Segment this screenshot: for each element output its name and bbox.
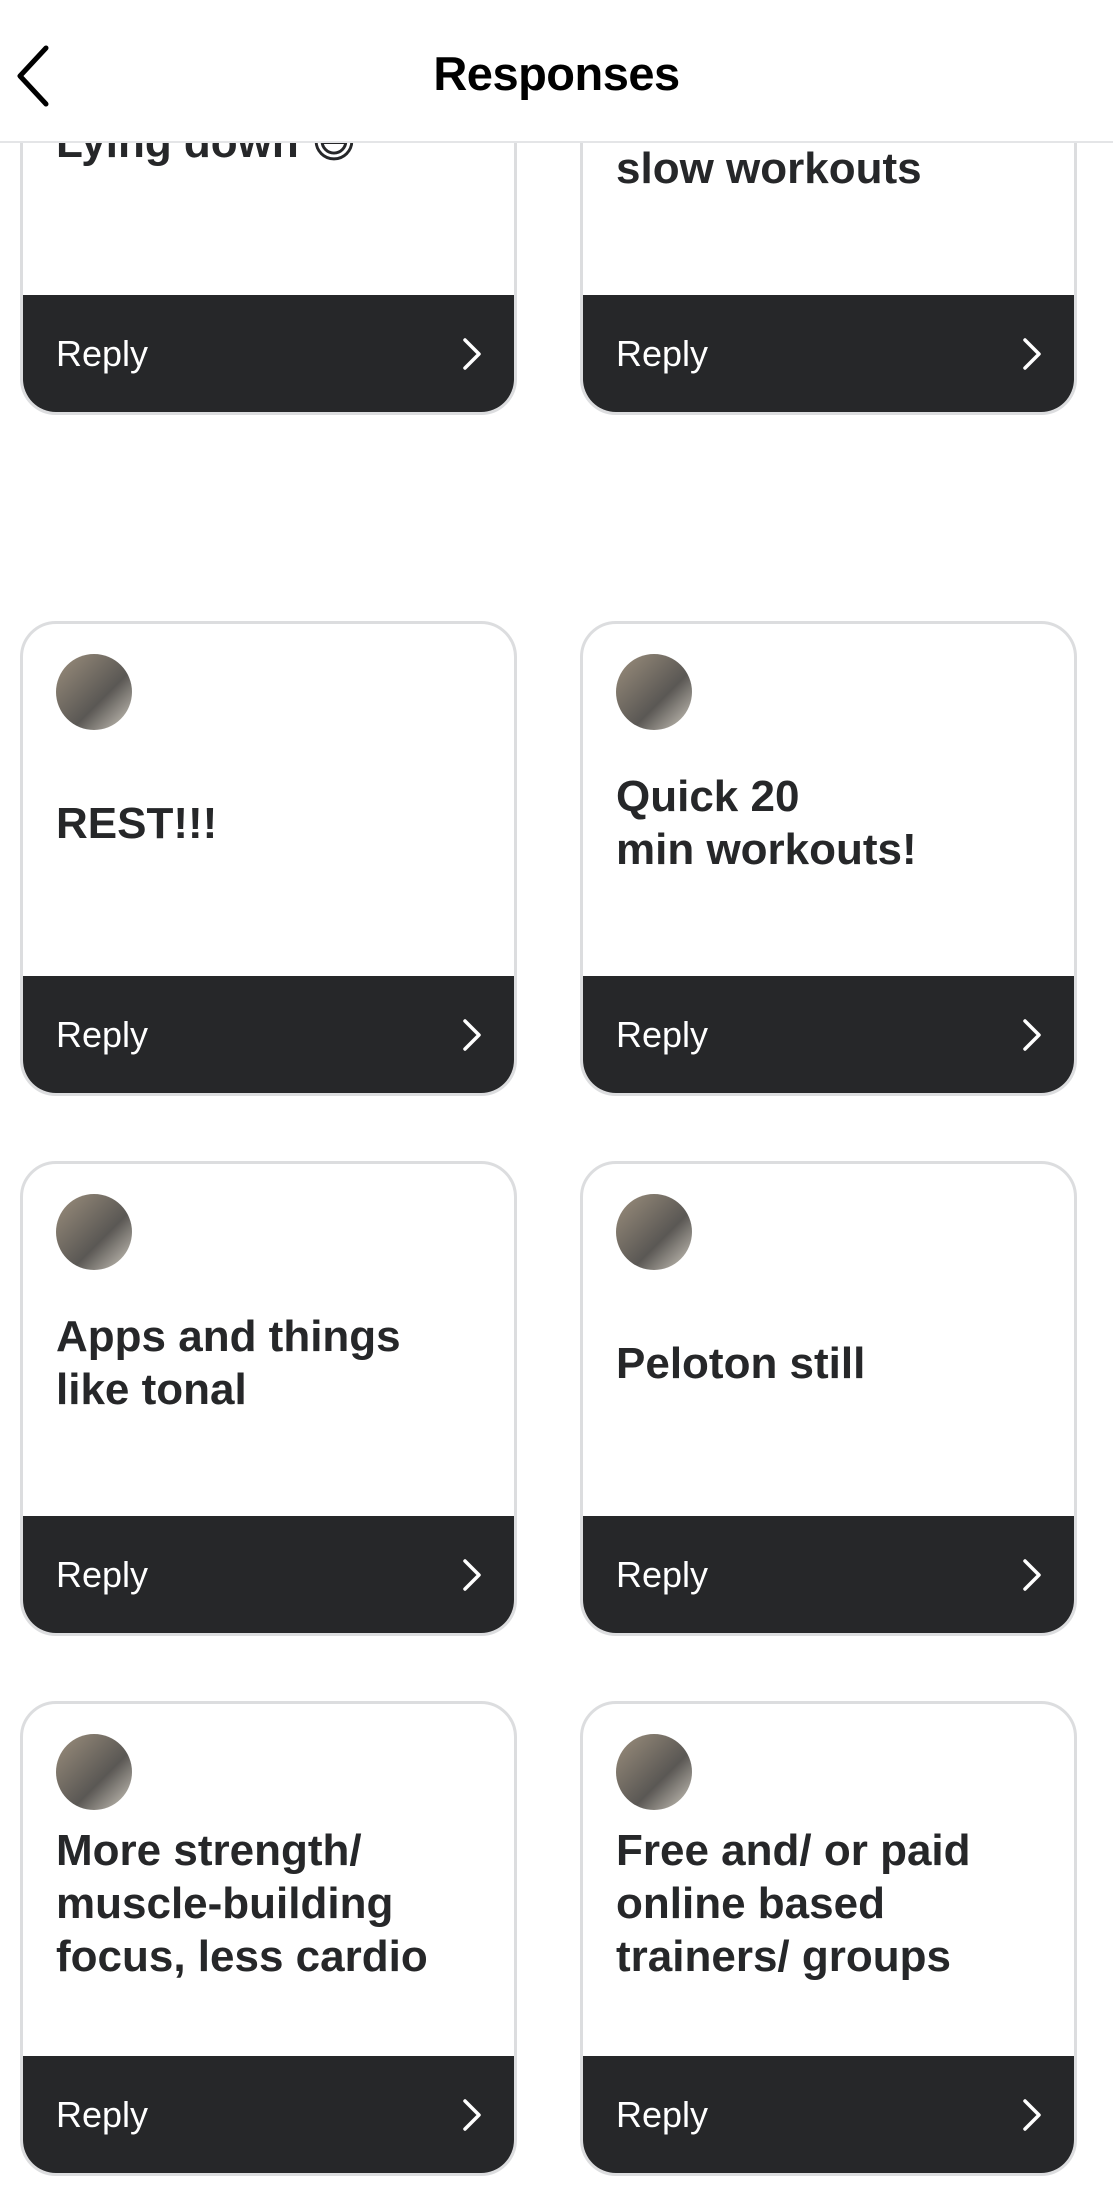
response-card[interactable]: More strength/ muscle-building focus, le… <box>20 1701 517 2176</box>
reply-button[interactable]: Reply <box>23 2056 514 2173</box>
response-text: Quick 20 min workouts! <box>616 772 917 874</box>
chevron-right-icon <box>463 1018 481 1051</box>
reply-button[interactable]: Reply <box>583 2056 1074 2173</box>
chevron-right-icon <box>1023 1558 1041 1591</box>
response-card[interactable]: Free and/ or paid online based trainers/… <box>580 1701 1077 2176</box>
response-text: Apps and things like tonal <box>56 1312 401 1414</box>
reply-button[interactable]: Reply <box>583 295 1074 412</box>
response-card[interactable]: REST!!! Reply <box>20 621 517 1096</box>
reply-label: Reply <box>616 1013 709 1055</box>
response-text: More strength/ muscle-building focus, le… <box>56 1825 428 1981</box>
response-card[interactable]: Quick 20 min workouts! Reply <box>580 621 1077 1096</box>
reply-button[interactable]: Reply <box>23 295 514 412</box>
reply-label: Reply <box>56 332 149 374</box>
reply-button[interactable]: Reply <box>23 1516 514 1633</box>
response-card[interactable]: Peloton still Reply <box>580 1161 1077 1636</box>
chevron-right-icon <box>1023 2098 1041 2131</box>
reply-button[interactable]: Reply <box>583 1516 1074 1633</box>
response-text: Free and/ or paid online based trainers/… <box>616 1825 971 1981</box>
response-text: REST!!! <box>56 798 218 848</box>
reply-label: Reply <box>56 1553 149 1595</box>
response-text: Peloton still <box>616 1338 866 1388</box>
reply-button[interactable]: Reply <box>23 976 514 1093</box>
reply-label: Reply <box>56 2093 149 2135</box>
reply-button[interactable]: Reply <box>583 976 1074 1093</box>
reply-label: Reply <box>56 1013 149 1055</box>
reply-label: Reply <box>616 2093 709 2135</box>
reply-label: Reply <box>616 1553 709 1595</box>
chevron-right-icon <box>1023 1018 1041 1051</box>
chevron-right-icon <box>1023 337 1041 370</box>
top-nav-bar: Responses <box>0 0 1113 143</box>
chevron-right-icon <box>463 337 481 370</box>
chevron-right-icon <box>463 1558 481 1591</box>
response-card[interactable]: Apps and things like tonal Reply <box>20 1161 517 1636</box>
page-title: Responses <box>433 47 680 100</box>
chevron-right-icon <box>463 2098 481 2131</box>
reply-label: Reply <box>616 332 709 374</box>
